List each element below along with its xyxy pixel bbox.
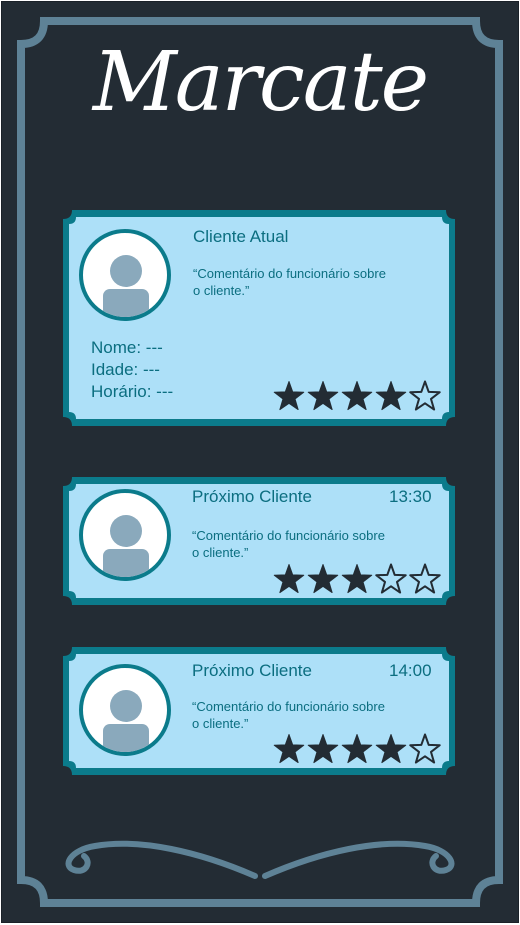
appointment-time: 14:00 xyxy=(389,661,432,680)
star-empty-icon xyxy=(409,733,441,764)
next-client-card[interactable]: Próximo Cliente 14:00 “Comentário do fun… xyxy=(60,644,458,778)
employee-comment: “Comentário do funcionário sobre o clien… xyxy=(192,699,385,731)
star-filled-icon xyxy=(375,734,407,764)
user-avatar-icon xyxy=(79,489,171,581)
avatar-head xyxy=(110,690,142,722)
star-rating xyxy=(273,733,441,765)
appointment-time: 13:30 xyxy=(389,487,432,506)
star-empty-icon xyxy=(409,380,441,411)
star-empty-icon xyxy=(409,563,441,594)
card-heading: Próximo Cliente xyxy=(192,487,312,506)
avatar-body xyxy=(103,724,149,752)
client-info: Nome: --- Idade: --- Horário: --- xyxy=(91,337,173,403)
card-heading: Próximo Cliente xyxy=(192,661,312,680)
star-rating xyxy=(273,380,441,412)
client-name: Nome: --- xyxy=(91,338,163,357)
star-empty-icon xyxy=(375,563,407,594)
employee-comment: “Comentário do funcionário sobre o clien… xyxy=(193,266,386,298)
avatar-head xyxy=(110,255,142,287)
decorative-frame xyxy=(17,17,503,907)
star-rating xyxy=(273,563,441,595)
client-age: Idade: --- xyxy=(91,360,160,379)
star-filled-icon xyxy=(273,564,305,594)
star-filled-icon xyxy=(375,381,407,411)
client-time: Horário: --- xyxy=(91,382,174,401)
user-avatar-icon xyxy=(79,664,171,756)
star-filled-icon xyxy=(307,734,339,764)
avatar-head xyxy=(110,515,142,547)
card-heading: Cliente Atual xyxy=(193,227,289,246)
current-client-card[interactable]: Cliente Atual “Comentário do funcionário… xyxy=(60,207,458,429)
next-client-card[interactable]: Próximo Cliente 13:30 “Comentário do fun… xyxy=(60,474,458,608)
avatar-body xyxy=(103,549,149,577)
star-filled-icon xyxy=(341,381,373,411)
employee-comment: “Comentário do funcionário sobre o clien… xyxy=(192,528,385,560)
app-title: Marcate xyxy=(92,35,429,130)
star-filled-icon xyxy=(273,381,305,411)
star-filled-icon xyxy=(307,564,339,594)
star-filled-icon xyxy=(341,734,373,764)
avatar-body xyxy=(103,289,149,317)
user-avatar-icon xyxy=(79,229,171,321)
star-filled-icon xyxy=(341,564,373,594)
star-filled-icon xyxy=(273,734,305,764)
app-screen: Marcate Cliente Atual “Comentário do fun… xyxy=(0,0,520,925)
star-filled-icon xyxy=(307,381,339,411)
